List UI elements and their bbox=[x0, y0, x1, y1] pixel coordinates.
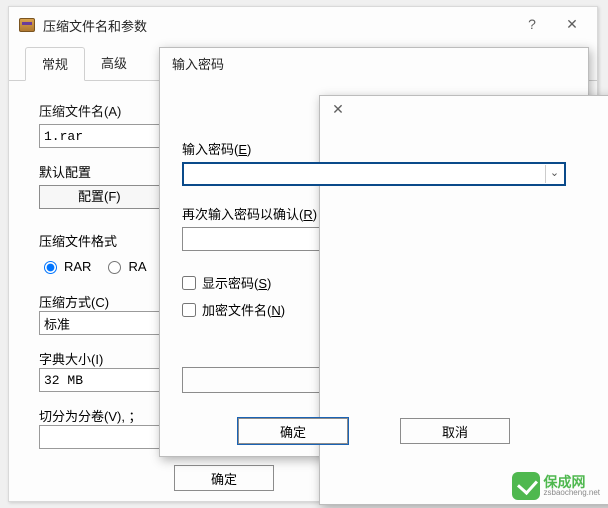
format-radio-group: RAR RA bbox=[39, 258, 165, 274]
password-combo: ⌄ bbox=[182, 162, 566, 186]
tab-advanced[interactable]: 高级 bbox=[85, 47, 143, 80]
modal-titlebar: 输入密码 ✕ bbox=[160, 48, 588, 78]
watermark-text: 保成网 zsbaocheng.net bbox=[544, 475, 601, 497]
split-input[interactable] bbox=[39, 425, 169, 449]
encrypt-names-box[interactable] bbox=[182, 303, 196, 317]
help-button[interactable]: ? bbox=[513, 11, 551, 39]
modal-close-button[interactable]: ✕ bbox=[320, 96, 356, 122]
dict-select[interactable] bbox=[39, 368, 169, 392]
show-password-box[interactable] bbox=[182, 276, 196, 290]
window-title: 压缩文件名和参数 bbox=[43, 16, 513, 35]
watermark: 保成网 zsbaocheng.net bbox=[512, 472, 601, 500]
split-label: 切分为分卷(V), ； bbox=[39, 406, 165, 425]
password-input[interactable] bbox=[182, 162, 566, 186]
close-button[interactable]: ✕ bbox=[553, 11, 591, 39]
radio-rar[interactable]: RAR bbox=[39, 258, 91, 274]
password-dialog: 输入密码 ✕ 带密码压缩 输入密码(E) ⌄ 再次输入密码以确认(R) 显示密码… bbox=[159, 47, 589, 457]
modal-title: 输入密码 bbox=[172, 54, 582, 73]
main-ok-button[interactable]: 确定 bbox=[174, 465, 274, 491]
default-config-label: 默认配置 bbox=[39, 162, 165, 181]
winrar-icon bbox=[19, 18, 35, 32]
tab-general[interactable]: 常规 bbox=[25, 47, 85, 81]
modal-footer: 确定 取消 bbox=[160, 418, 588, 444]
password-dropdown-arrow[interactable]: ⌄ bbox=[545, 165, 563, 183]
modal-cancel-button[interactable]: 取消 bbox=[400, 418, 510, 444]
method-select[interactable] bbox=[39, 311, 169, 335]
titlebar-actions: ? ✕ bbox=[513, 11, 591, 39]
method-label: 压缩方式(C) bbox=[39, 292, 165, 311]
format-label: 压缩文件格式 bbox=[39, 231, 165, 250]
modal-ok-button[interactable]: 确定 bbox=[238, 418, 348, 444]
config-button[interactable]: 配置(F) bbox=[39, 185, 169, 209]
dict-label: 字典大小(I) bbox=[39, 349, 165, 368]
watermark-icon bbox=[512, 472, 540, 500]
filename-input[interactable] bbox=[39, 124, 169, 148]
filename-label: 压缩文件名(A) bbox=[39, 101, 165, 120]
titlebar: 压缩文件名和参数 ? ✕ bbox=[9, 7, 597, 43]
radio-ra2[interactable]: RA bbox=[103, 258, 146, 274]
